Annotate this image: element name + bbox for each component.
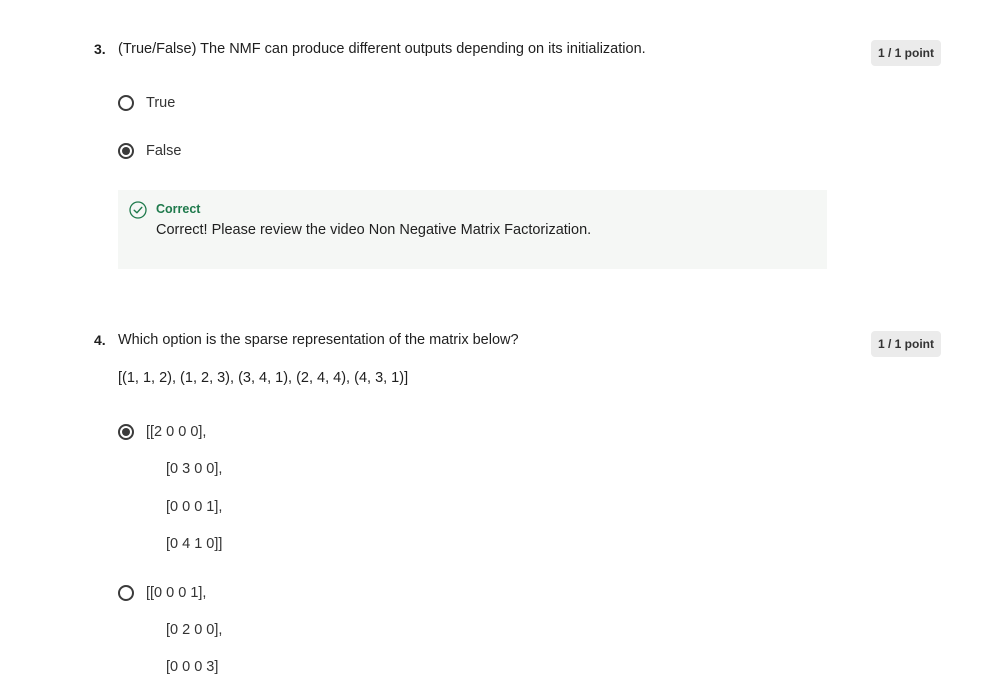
question-number: 3.	[94, 41, 106, 57]
feedback-message: Correct! Please review the video Non Neg…	[156, 222, 592, 238]
option-label: True	[146, 95, 176, 111]
option-matrix-a[interactable]: [[2 0 0 0],	[118, 424, 206, 440]
option-line: [0 2 0 0],	[166, 622, 223, 638]
option-false[interactable]: False	[118, 143, 181, 159]
option-line: [[2 0 0 0],	[146, 424, 207, 440]
radio-button[interactable]	[118, 95, 134, 111]
radio-button[interactable]	[118, 585, 134, 601]
question-number: 4.	[94, 332, 106, 348]
option-matrix-b[interactable]: [[0 0 0 1],	[118, 585, 206, 601]
feedback-status: Correct	[156, 202, 201, 216]
feedback-box: Correct Correct! Please review the video…	[118, 190, 827, 269]
option-true[interactable]: True	[118, 95, 175, 111]
option-line: [0 0 0 1],	[166, 499, 223, 515]
option-line: [0 3 0 0],	[166, 461, 223, 477]
option-label: False	[146, 143, 182, 159]
option-line: [0 4 1 0]]	[166, 536, 223, 552]
option-line: [[0 0 0 1],	[146, 585, 207, 601]
points-badge: 1 / 1 point	[871, 331, 942, 357]
points-badge: 1 / 1 point	[871, 40, 942, 66]
matrix-sparse-text: [(1, 1, 2), (1, 2, 3), (3, 4, 1), (2, 4,…	[118, 370, 409, 386]
check-circle-icon	[129, 201, 147, 219]
radio-button-selected[interactable]	[118, 424, 134, 440]
radio-button-selected[interactable]	[118, 143, 134, 159]
question-text: Which option is the sparse representatio…	[118, 332, 519, 348]
option-line: [0 0 0 3]	[166, 659, 219, 675]
question-text: (True/False) The NMF can produce differe…	[118, 41, 646, 57]
